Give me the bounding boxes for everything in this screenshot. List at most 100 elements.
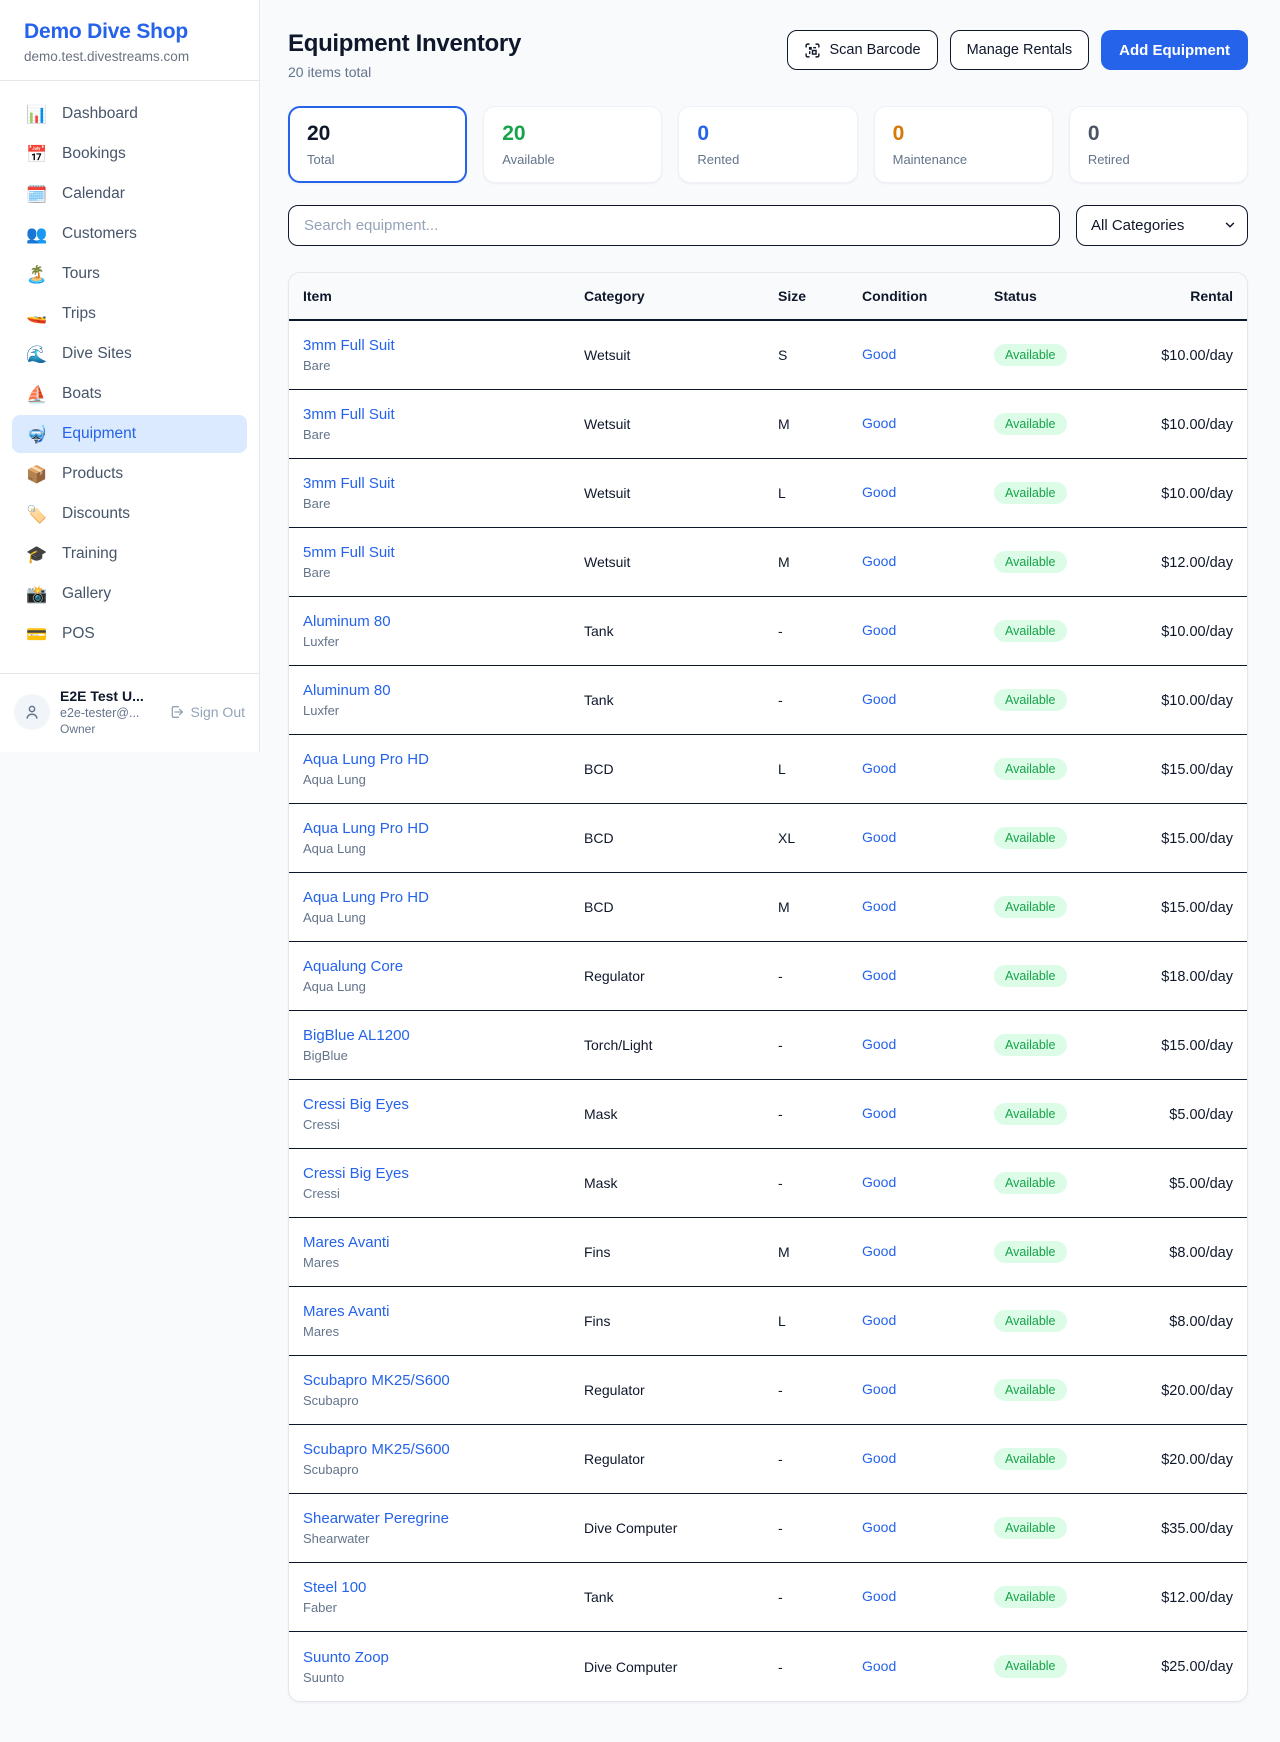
rental-cell: $10.00/day: [1134, 623, 1233, 640]
condition-cell: Good: [862, 622, 994, 640]
sidebar-item-calendar[interactable]: 🗓️ Calendar: [12, 175, 247, 213]
item-name-link[interactable]: 3mm Full Suit: [303, 337, 584, 354]
condition-link[interactable]: Good: [862, 829, 896, 845]
category-cell: Wetsuit: [584, 554, 778, 570]
search-input[interactable]: [288, 205, 1060, 246]
table-row[interactable]: Aqua Lung Pro HD Aqua Lung BCD L Good Av…: [289, 735, 1247, 804]
item-name-link[interactable]: 3mm Full Suit: [303, 406, 584, 423]
condition-link[interactable]: Good: [862, 484, 896, 500]
item-cell: Aluminum 80 Luxfer: [303, 682, 584, 718]
table-row[interactable]: Cressi Big Eyes Cressi Mask - Good Avail…: [289, 1149, 1247, 1218]
table-row[interactable]: Shearwater Peregrine Shearwater Dive Com…: [289, 1494, 1247, 1563]
sidebar-item-tours[interactable]: 🏝️ Tours: [12, 255, 247, 293]
stat-card-total[interactable]: 20 Total: [288, 106, 467, 183]
condition-link[interactable]: Good: [862, 1243, 896, 1259]
sidebar-item-pos[interactable]: 💳 POS: [12, 615, 247, 653]
stat-card-retired[interactable]: 0 Retired: [1069, 106, 1248, 183]
table-row[interactable]: Suunto Zoop Suunto Dive Computer - Good …: [289, 1632, 1247, 1701]
sidebar-item-label: Customers: [62, 225, 137, 243]
item-name-link[interactable]: Aqua Lung Pro HD: [303, 820, 584, 837]
condition-link[interactable]: Good: [862, 1450, 896, 1466]
item-name-link[interactable]: Steel 100: [303, 1579, 584, 1596]
sidebar-item-dive-sites[interactable]: 🌊 Dive Sites: [12, 335, 247, 373]
condition-link[interactable]: Good: [862, 553, 896, 569]
table-row[interactable]: BigBlue AL1200 BigBlue Torch/Light - Goo…: [289, 1011, 1247, 1080]
stat-card-maintenance[interactable]: 0 Maintenance: [874, 106, 1053, 183]
table-row[interactable]: 5mm Full Suit Bare Wetsuit M Good Availa…: [289, 528, 1247, 597]
item-name-link[interactable]: BigBlue AL1200: [303, 1027, 584, 1044]
condition-link[interactable]: Good: [862, 1658, 896, 1674]
item-name-link[interactable]: 3mm Full Suit: [303, 475, 584, 492]
condition-link[interactable]: Good: [862, 898, 896, 914]
avatar: [14, 694, 50, 730]
status-cell: Available: [994, 1172, 1134, 1195]
item-name-link[interactable]: Scubapro MK25/S600: [303, 1441, 584, 1458]
table-row[interactable]: Steel 100 Faber Tank - Good Available $1…: [289, 1563, 1247, 1632]
item-name-link[interactable]: Aqua Lung Pro HD: [303, 889, 584, 906]
scan-barcode-button[interactable]: Scan Barcode: [787, 30, 937, 70]
condition-link[interactable]: Good: [862, 1519, 896, 1535]
sidebar-item-boats[interactable]: ⛵ Boats: [12, 375, 247, 413]
table-row[interactable]: 3mm Full Suit Bare Wetsuit L Good Availa…: [289, 459, 1247, 528]
sidebar-item-customers[interactable]: 👥 Customers: [12, 215, 247, 253]
table-row[interactable]: Aluminum 80 Luxfer Tank - Good Available…: [289, 666, 1247, 735]
condition-link[interactable]: Good: [862, 346, 896, 362]
item-name-link[interactable]: Shearwater Peregrine: [303, 1510, 584, 1527]
table-row[interactable]: Scubapro MK25/S600 Scubapro Regulator - …: [289, 1425, 1247, 1494]
table-row[interactable]: Mares Avanti Mares Fins L Good Available…: [289, 1287, 1247, 1356]
item-name-link[interactable]: 5mm Full Suit: [303, 544, 584, 561]
item-name-link[interactable]: Scubapro MK25/S600: [303, 1372, 584, 1389]
sidebar-item-gallery[interactable]: 📸 Gallery: [12, 575, 247, 613]
table-row[interactable]: Aqualung Core Aqua Lung Regulator - Good…: [289, 942, 1247, 1011]
sidebar-item-bookings[interactable]: 📅 Bookings: [12, 135, 247, 173]
condition-link[interactable]: Good: [862, 1036, 896, 1052]
sidebar-item-equipment[interactable]: 🤿 Equipment: [12, 415, 247, 453]
condition-link[interactable]: Good: [862, 1105, 896, 1121]
table-row[interactable]: Aqua Lung Pro HD Aqua Lung BCD XL Good A…: [289, 804, 1247, 873]
condition-link[interactable]: Good: [862, 1312, 896, 1328]
stat-card-available[interactable]: 20 Available: [483, 106, 662, 183]
sign-out-button[interactable]: Sign Out: [169, 704, 245, 720]
item-name-link[interactable]: Mares Avanti: [303, 1303, 584, 1320]
item-name-link[interactable]: Mares Avanti: [303, 1234, 584, 1251]
sidebar-item-trips[interactable]: 🚤 Trips: [12, 295, 247, 333]
category-cell: Mask: [584, 1175, 778, 1191]
sidebar-item-dashboard[interactable]: 📊 Dashboard: [12, 95, 247, 133]
table-row[interactable]: Cressi Big Eyes Cressi Mask - Good Avail…: [289, 1080, 1247, 1149]
sidebar-item-products[interactable]: 📦 Products: [12, 455, 247, 493]
status-cell: Available: [994, 1517, 1134, 1540]
item-name-link[interactable]: Aluminum 80: [303, 613, 584, 630]
sidebar-item-training[interactable]: 🎓 Training: [12, 535, 247, 573]
condition-link[interactable]: Good: [862, 1381, 896, 1397]
add-equipment-button[interactable]: Add Equipment: [1101, 30, 1248, 70]
category-select[interactable]: All Categories: [1076, 205, 1248, 246]
sidebar-item-label: Equipment: [62, 425, 136, 443]
table-row[interactable]: Aqua Lung Pro HD Aqua Lung BCD M Good Av…: [289, 873, 1247, 942]
condition-link[interactable]: Good: [862, 760, 896, 776]
manage-rentals-button[interactable]: Manage Rentals: [950, 30, 1090, 70]
item-brand: Aqua Lung: [303, 910, 584, 925]
item-name-link[interactable]: Aqualung Core: [303, 958, 584, 975]
stat-card-rented[interactable]: 0 Rented: [678, 106, 857, 183]
status-cell: Available: [994, 1241, 1134, 1264]
item-name-link[interactable]: Aluminum 80: [303, 682, 584, 699]
table-row[interactable]: Aluminum 80 Luxfer Tank - Good Available…: [289, 597, 1247, 666]
condition-link[interactable]: Good: [862, 1174, 896, 1190]
item-name-link[interactable]: Suunto Zoop: [303, 1649, 584, 1666]
condition-link[interactable]: Good: [862, 622, 896, 638]
table-row[interactable]: 3mm Full Suit Bare Wetsuit M Good Availa…: [289, 390, 1247, 459]
table-row[interactable]: 3mm Full Suit Bare Wetsuit S Good Availa…: [289, 321, 1247, 390]
condition-link[interactable]: Good: [862, 967, 896, 983]
sidebar-item-discounts[interactable]: 🏷️ Discounts: [12, 495, 247, 533]
table-row[interactable]: Scubapro MK25/S600 Scubapro Regulator - …: [289, 1356, 1247, 1425]
condition-link[interactable]: Good: [862, 1588, 896, 1604]
condition-cell: Good: [862, 553, 994, 571]
table-row[interactable]: Mares Avanti Mares Fins M Good Available…: [289, 1218, 1247, 1287]
condition-link[interactable]: Good: [862, 691, 896, 707]
condition-cell: Good: [862, 1658, 994, 1676]
item-name-link[interactable]: Aqua Lung Pro HD: [303, 751, 584, 768]
item-name-link[interactable]: Cressi Big Eyes: [303, 1165, 584, 1182]
item-name-link[interactable]: Cressi Big Eyes: [303, 1096, 584, 1113]
item-brand: Aqua Lung: [303, 979, 584, 994]
condition-link[interactable]: Good: [862, 415, 896, 431]
